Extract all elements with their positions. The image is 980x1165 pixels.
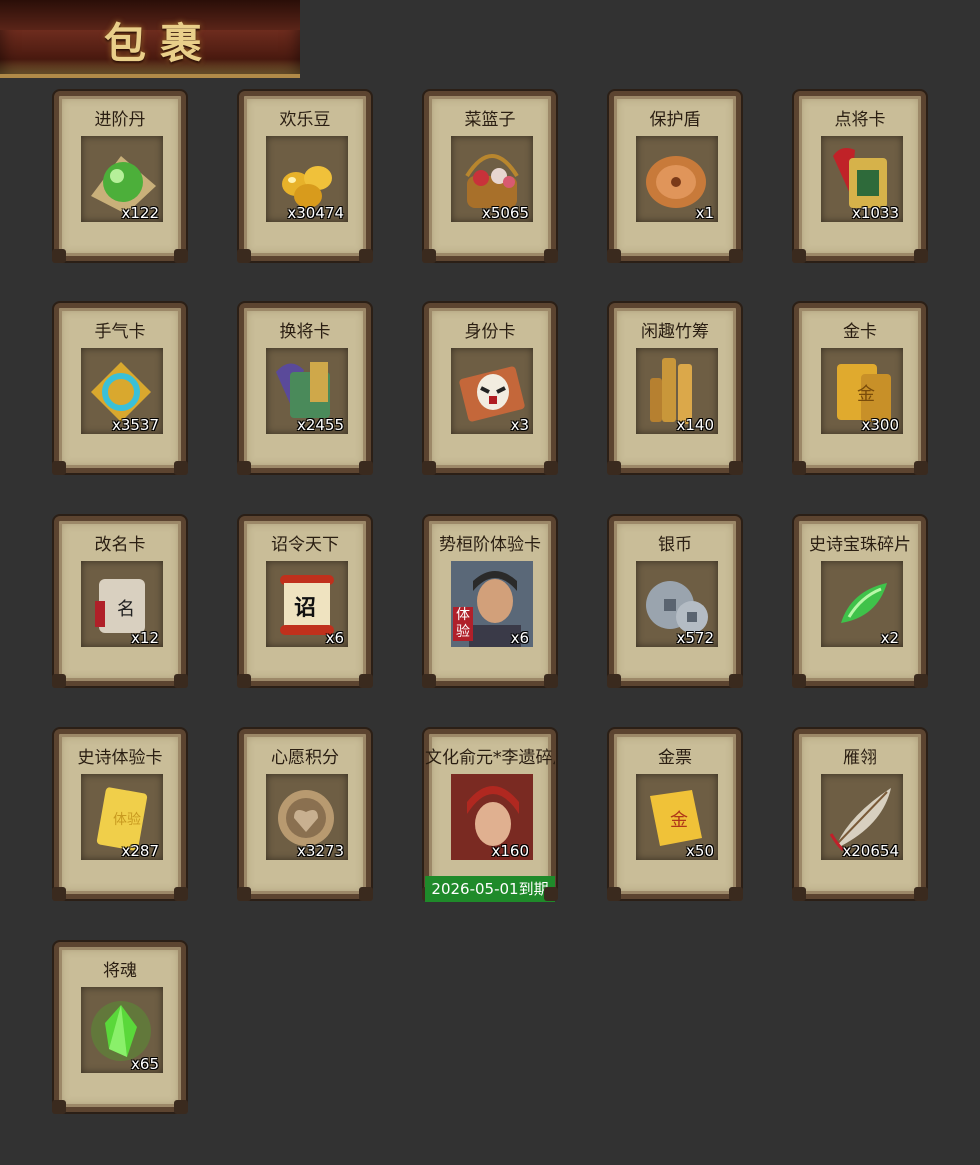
item-name: 菜篮子 [464,110,516,130]
item-name: 金票 [658,748,692,768]
item-name: 史诗体验卡 [77,748,163,768]
item-name: 史诗宝珠碎片 [809,535,911,555]
svg-text:名: 名 [117,599,135,620]
item-count: x12 [131,629,159,647]
inventory-item[interactable]: 菜篮子 x5065 [422,91,558,263]
inventory-item[interactable]: 雁翎 x20654 [792,729,928,901]
expiry-banner: 2026-05-01到期 [425,876,555,902]
inventory-item[interactable]: 换将卡 x2455 [237,303,373,475]
inventory-item[interactable]: 保护盾 x1 [607,91,743,263]
item-icon-frame: x2 [821,561,903,647]
inventory-item[interactable]: 闲趣竹筹 x140 [607,303,743,475]
item-count: x122 [121,204,159,222]
inventory-item[interactable]: 银币 x572 [607,516,743,688]
item-name: 保护盾 [649,110,701,130]
inventory-item[interactable]: 金卡金 x300 [792,303,928,475]
item-count: x287 [121,842,159,860]
inventory-header: 包裹 [0,0,300,78]
item-name: 文化俞元*李遗碎片 [425,748,555,768]
inventory-item[interactable]: 文化俞元*李遗碎片 x160 2026-05-01到期 [422,729,558,902]
item-icon-frame: 金 x50 [636,774,718,860]
item-icon-frame: x2455 [266,348,348,434]
item-icon-frame: x572 [636,561,718,647]
item-icon-frame: x20654 [821,774,903,860]
item-count: x3273 [296,842,344,860]
item-icon-frame: 名 x12 [81,561,163,647]
item-icon-frame: x160 [451,774,533,860]
svg-text:体验: 体验 [113,812,141,828]
svg-text:金: 金 [670,810,688,831]
inventory-item[interactable]: 改名卡名 x12 [52,516,188,688]
item-name: 点将卡 [834,110,886,130]
item-name: 改名卡 [94,535,146,555]
item-name: 银币 [658,535,692,555]
item-name: 换将卡 [279,322,331,342]
inventory-item[interactable]: 史诗体验卡体验 x287 [52,729,188,901]
item-name: 手气卡 [94,322,146,342]
item-icon-frame: x122 [81,136,163,222]
item-count: x2455 [296,416,344,434]
inventory-item[interactable]: 金票金 x50 [607,729,743,901]
trial-tag: 体验 [453,607,473,641]
item-count: x30474 [287,204,344,222]
inventory-item[interactable]: 史诗宝珠碎片 x2 [792,516,928,688]
item-icon-frame: x3537 [81,348,163,434]
item-name: 欢乐豆 [279,110,331,130]
item-icon-frame: x1033 [821,136,903,222]
item-icon-frame: x3273 [266,774,348,860]
item-icon-frame: x140 [636,348,718,434]
inventory-item[interactable]: 诏令天下诏 x6 [237,516,373,688]
inventory-item[interactable]: 心愿积分 x3273 [237,729,373,901]
item-icon-frame: 金 x300 [821,348,903,434]
inventory-item[interactable]: 进阶丹 x122 [52,91,188,263]
svg-text:诏: 诏 [294,596,316,621]
inventory-item[interactable]: 欢乐豆 x30474 [237,91,373,263]
inventory-item[interactable]: 势桓阶体验卡体验 x6 [422,516,558,688]
item-count: x6 [510,629,529,647]
inventory-item[interactable]: 身份卡 x3 [422,303,558,475]
item-name: 身份卡 [464,322,516,342]
page-title: 包裹 [104,19,217,68]
item-name: 进阶丹 [94,110,146,130]
item-name: 诏令天下 [271,535,339,555]
item-icon-frame: x5065 [451,136,533,222]
item-icon-frame: x3 [451,348,533,434]
item-count: x3 [510,416,529,434]
item-name: 将魂 [103,961,137,981]
item-count: x572 [676,629,714,647]
item-count: x160 [491,842,529,860]
item-name: 闲趣竹筹 [641,322,709,342]
item-name: 势桓阶体验卡 [439,535,541,555]
item-name: 金卡 [843,322,877,342]
item-icon-frame: 体验 x287 [81,774,163,860]
item-name: 雁翎 [843,748,877,768]
item-count: x2 [880,629,899,647]
item-icon-frame: x30474 [266,136,348,222]
item-name: 心愿积分 [271,748,339,768]
item-count: x5065 [481,204,529,222]
inventory-item[interactable]: 手气卡 x3537 [52,303,188,475]
item-count: x1033 [851,204,899,222]
item-count: x300 [861,416,899,434]
item-count: x6 [325,629,344,647]
item-count: x140 [676,416,714,434]
item-icon-frame: 诏 x6 [266,561,348,647]
item-icon-frame: x65 [81,987,163,1073]
inventory-item[interactable]: 将魂 x65 [52,942,188,1114]
item-count: x20654 [842,842,899,860]
svg-text:金: 金 [857,384,875,405]
inventory-item[interactable]: 点将卡 x1033 [792,91,928,263]
item-count: x50 [686,842,714,860]
item-count: x65 [131,1055,159,1073]
item-icon-frame: 体验 x6 [451,561,533,647]
item-icon-frame: x1 [636,136,718,222]
item-count: x3537 [111,416,159,434]
item-count: x1 [695,204,714,222]
